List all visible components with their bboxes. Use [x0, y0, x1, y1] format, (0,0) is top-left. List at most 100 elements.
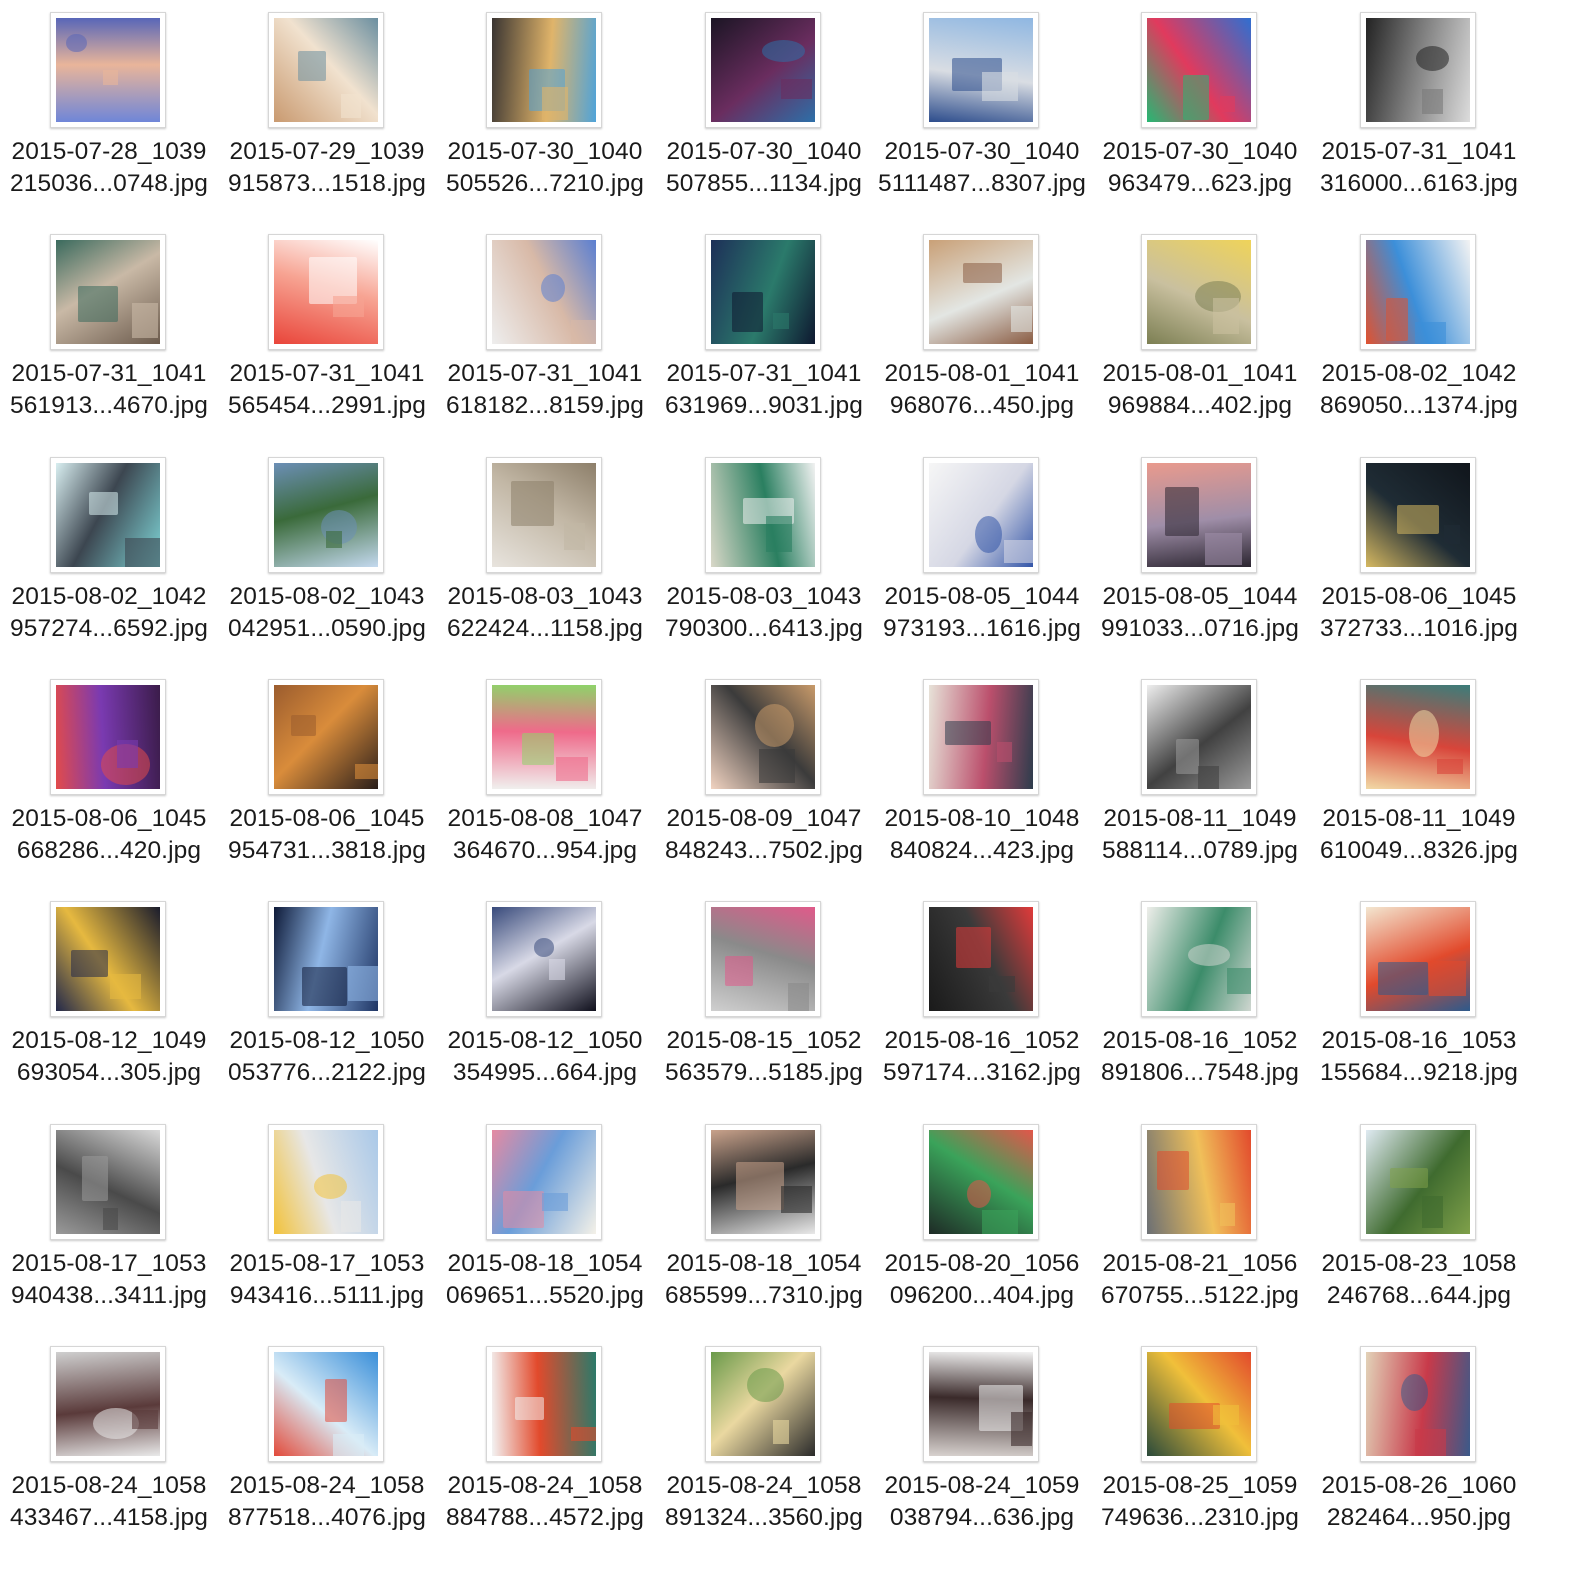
image-thumbnail[interactable] — [923, 679, 1039, 795]
image-thumbnail[interactable] — [268, 679, 384, 795]
file-item[interactable]: 2015-07-30_1040 507855...1134.jpg — [655, 0, 873, 222]
file-item[interactable]: 2015-08-23_1058 246768...644.jpg — [1310, 1112, 1528, 1334]
image-thumbnail[interactable] — [486, 12, 602, 128]
image-thumbnail[interactable] — [1141, 901, 1257, 1017]
image-thumbnail[interactable] — [486, 1124, 602, 1240]
file-item[interactable]: 2015-08-24_1058 877518...4076.jpg — [218, 1334, 436, 1556]
file-item[interactable]: 2015-08-02_1042 957274...6592.jpg — [0, 445, 218, 667]
file-item[interactable]: 2015-08-16_1052 597174...3162.jpg — [873, 889, 1091, 1111]
file-item[interactable]: 2015-07-28_1039 215036...0748.jpg — [0, 0, 218, 222]
file-item[interactable]: 2015-08-26_1060 282464...950.jpg — [1310, 1334, 1528, 1556]
image-thumbnail[interactable] — [486, 679, 602, 795]
image-thumbnail[interactable] — [705, 679, 821, 795]
file-item[interactable]: 2015-08-24_1058 433467...4158.jpg — [0, 1334, 218, 1556]
image-thumbnail[interactable] — [486, 1346, 602, 1462]
image-thumbnail[interactable] — [705, 1124, 821, 1240]
image-thumbnail[interactable] — [1141, 457, 1257, 573]
image-thumbnail[interactable] — [1141, 12, 1257, 128]
file-item[interactable]: 2015-08-11_1049 610049...8326.jpg — [1310, 667, 1528, 889]
file-item[interactable]: 2015-08-16_1053 155684...9218.jpg — [1310, 889, 1528, 1111]
file-item[interactable]: 2015-07-31_1041 631969...9031.jpg — [655, 222, 873, 444]
file-item[interactable]: 2015-08-20_1056 096200...404.jpg — [873, 1112, 1091, 1334]
file-item[interactable]: 2015-07-31_1041 618182...8159.jpg — [436, 222, 654, 444]
image-thumbnail[interactable] — [923, 1124, 1039, 1240]
file-item[interactable]: 2015-08-16_1052 891806...7548.jpg — [1091, 889, 1309, 1111]
file-item[interactable]: 2015-07-31_1041 316000...6163.jpg — [1310, 0, 1528, 222]
image-thumbnail[interactable] — [923, 12, 1039, 128]
image-thumbnail[interactable] — [50, 1124, 166, 1240]
image-thumbnail[interactable] — [50, 901, 166, 1017]
photo-shape — [89, 492, 119, 515]
file-item[interactable]: 2015-08-10_1048 840824...423.jpg — [873, 667, 1091, 889]
image-thumbnail[interactable] — [268, 901, 384, 1017]
file-item[interactable]: 2015-08-12_1050 053776...2122.jpg — [218, 889, 436, 1111]
image-thumbnail[interactable] — [268, 457, 384, 573]
image-thumbnail[interactable] — [705, 234, 821, 350]
image-thumbnail[interactable] — [1141, 1124, 1257, 1240]
file-item[interactable]: 2015-08-09_1047 848243...7502.jpg — [655, 667, 873, 889]
file-item[interactable]: 2015-08-12_1050 354995...664.jpg — [436, 889, 654, 1111]
image-thumbnail[interactable] — [923, 1346, 1039, 1462]
file-item[interactable]: 2015-08-02_1042 869050...1374.jpg — [1310, 222, 1528, 444]
file-item[interactable]: 2015-08-06_1045 668286...420.jpg — [0, 667, 218, 889]
image-thumbnail[interactable] — [268, 12, 384, 128]
file-item[interactable]: 2015-08-05_1044 973193...1616.jpg — [873, 445, 1091, 667]
image-thumbnail[interactable] — [923, 457, 1039, 573]
image-thumbnail[interactable] — [923, 901, 1039, 1017]
image-thumbnail[interactable] — [705, 1346, 821, 1462]
image-thumbnail[interactable] — [50, 457, 166, 573]
image-thumbnail[interactable] — [50, 679, 166, 795]
file-item[interactable]: 2015-08-01_1041 969884...402.jpg — [1091, 222, 1309, 444]
image-thumbnail[interactable] — [1141, 1346, 1257, 1462]
file-item[interactable]: 2015-08-24_1058 884788...4572.jpg — [436, 1334, 654, 1556]
image-thumbnail[interactable] — [705, 457, 821, 573]
image-thumbnail[interactable] — [50, 234, 166, 350]
image-thumbnail[interactable] — [1360, 901, 1476, 1017]
file-item[interactable]: 2015-08-06_1045 372733...1016.jpg — [1310, 445, 1528, 667]
file-name: 2015-07-30_1040 5111487...8307.jpg — [873, 136, 1091, 200]
file-item[interactable]: 2015-08-24_1059 038794...636.jpg — [873, 1334, 1091, 1556]
file-item[interactable]: 2015-08-03_1043 622424...1158.jpg — [436, 445, 654, 667]
file-item[interactable]: 2015-08-06_1045 954731...3818.jpg — [218, 667, 436, 889]
file-item[interactable]: 2015-07-30_1040 963479...623.jpg — [1091, 0, 1309, 222]
file-item[interactable]: 2015-08-25_1059 749636...2310.jpg — [1091, 1334, 1309, 1556]
image-thumbnail[interactable] — [1141, 679, 1257, 795]
file-item[interactable]: 2015-08-08_1047 364670...954.jpg — [436, 667, 654, 889]
image-thumbnail[interactable] — [50, 1346, 166, 1462]
file-item[interactable]: 2015-08-17_1053 943416...5111.jpg — [218, 1112, 436, 1334]
image-thumbnail[interactable] — [1360, 457, 1476, 573]
image-thumbnail[interactable] — [1360, 1346, 1476, 1462]
image-thumbnail[interactable] — [1360, 12, 1476, 128]
image-thumbnail[interactable] — [268, 1346, 384, 1462]
image-thumbnail[interactable] — [268, 234, 384, 350]
file-item[interactable]: 2015-08-01_1041 968076...450.jpg — [873, 222, 1091, 444]
image-thumbnail[interactable] — [1360, 1124, 1476, 1240]
file-item[interactable]: 2015-08-03_1043 790300...6413.jpg — [655, 445, 873, 667]
file-item[interactable]: 2015-07-31_1041 565454...2991.jpg — [218, 222, 436, 444]
file-item[interactable]: 2015-08-18_1054 685599...7310.jpg — [655, 1112, 873, 1334]
file-item[interactable]: 2015-08-02_1043 042951...0590.jpg — [218, 445, 436, 667]
image-thumbnail[interactable] — [1141, 234, 1257, 350]
image-thumbnail[interactable] — [486, 457, 602, 573]
file-item[interactable]: 2015-07-30_1040 5111487...8307.jpg — [873, 0, 1091, 222]
image-thumbnail[interactable] — [486, 901, 602, 1017]
image-thumbnail[interactable] — [1360, 234, 1476, 350]
file-item[interactable]: 2015-08-15_1052 563579...5185.jpg — [655, 889, 873, 1111]
file-item[interactable]: 2015-08-18_1054 069651...5520.jpg — [436, 1112, 654, 1334]
file-item[interactable]: 2015-08-12_1049 693054...305.jpg — [0, 889, 218, 1111]
image-thumbnail[interactable] — [268, 1124, 384, 1240]
image-thumbnail[interactable] — [1360, 679, 1476, 795]
file-item[interactable]: 2015-08-11_1049 588114...0789.jpg — [1091, 667, 1309, 889]
file-item[interactable]: 2015-08-24_1058 891324...3560.jpg — [655, 1334, 873, 1556]
file-item[interactable]: 2015-07-31_1041 561913...4670.jpg — [0, 222, 218, 444]
image-thumbnail[interactable] — [705, 12, 821, 128]
file-item[interactable]: 2015-07-29_1039 915873...1518.jpg — [218, 0, 436, 222]
file-item[interactable]: 2015-08-05_1044 991033...0716.jpg — [1091, 445, 1309, 667]
file-item[interactable]: 2015-08-17_1053 940438...3411.jpg — [0, 1112, 218, 1334]
file-item[interactable]: 2015-08-21_1056 670755...5122.jpg — [1091, 1112, 1309, 1334]
image-thumbnail[interactable] — [705, 901, 821, 1017]
image-thumbnail[interactable] — [923, 234, 1039, 350]
image-thumbnail[interactable] — [486, 234, 602, 350]
image-thumbnail[interactable] — [50, 12, 166, 128]
file-item[interactable]: 2015-07-30_1040 505526...7210.jpg — [436, 0, 654, 222]
